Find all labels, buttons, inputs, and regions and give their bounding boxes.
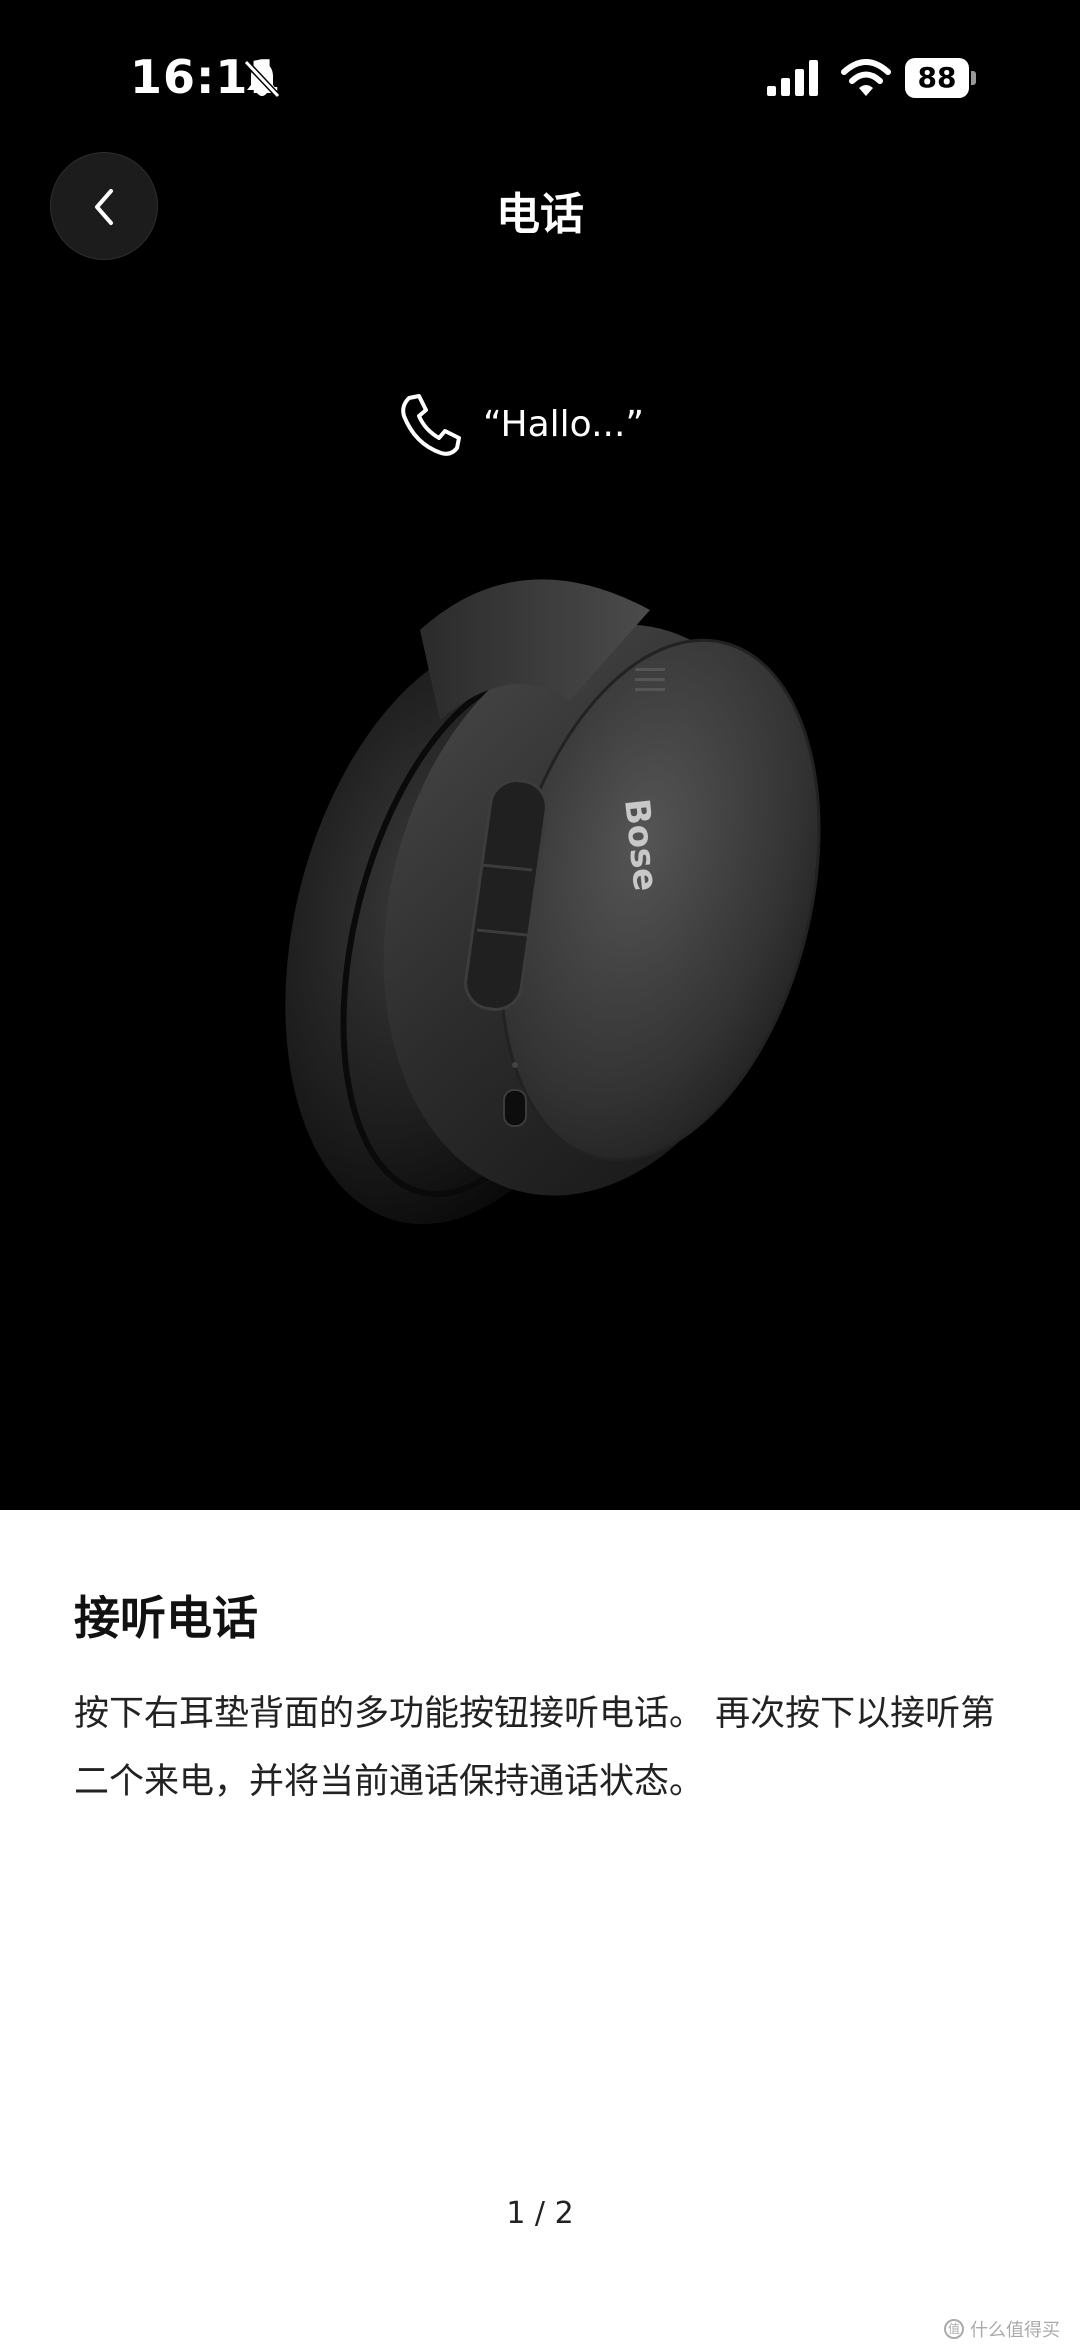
battery-level: 88 [905,58,969,98]
watermark: 值 什么值得买 [944,2316,1060,2342]
battery-tip [971,71,976,85]
chevron-left-icon [95,189,113,225]
section-title: 接听电话 [74,1591,258,1645]
headphone-image: Bose [285,579,821,1225]
phone-icon [401,394,461,456]
call-caption-text: “Hallo...” [483,404,645,445]
wifi-icon [841,59,891,96]
content-panel: 接听电话 按下右耳垫背面的多功能按钮接听电话。 再次按下以接听第二个来电，并将当… [0,1510,1080,2344]
page-indicator: 1 / 2 [506,2196,574,2231]
watermark-text: 什么值得买 [970,2320,1060,2341]
signal-icon [767,60,818,96]
status-bar: 16:11 88 [0,0,1080,150]
section-body: 按下右耳垫背面的多功能按钮接听电话。 再次按下以接听第二个来电，并将当前通话保持… [74,1694,996,1802]
bell-off-icon [243,59,281,99]
battery-icon: 88 [905,58,977,98]
page-title: 电话 [496,189,584,240]
watermark-logo: 值 [944,2319,964,2339]
screen: 16:11 88 电话 “Hallo...” Bose 接听电话 按下右耳垫背面… [0,0,1080,2344]
back-button[interactable] [50,152,158,260]
hero-panel: 16:11 88 电话 “Hallo...” Bose [0,0,1080,1510]
